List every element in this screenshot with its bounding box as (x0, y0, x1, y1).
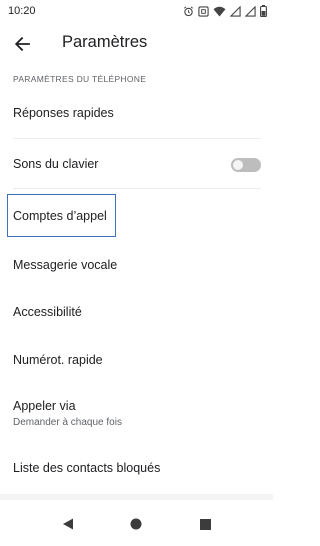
status-time: 10:20 (8, 5, 36, 17)
nav-back-button[interactable] (60, 516, 76, 532)
nfc-icon (198, 5, 209, 17)
toggle-thumb (233, 160, 243, 170)
focus-highlight (7, 194, 116, 237)
app-bar: Paramètres (0, 22, 273, 66)
setting-label: Sons du clavier (13, 157, 99, 171)
recents-square-icon (199, 518, 211, 530)
setting-voicemail[interactable]: Messagerie vocale (0, 242, 273, 288)
home-circle-icon (130, 518, 142, 530)
signal-icon (230, 5, 241, 17)
setting-quick-replies[interactable]: Réponses rapides (0, 92, 273, 136)
arrow-back-icon (14, 36, 30, 52)
setting-blocked-contacts[interactable]: Liste des contacts bloqués (0, 446, 273, 492)
setting-label: Réponses rapides (13, 106, 114, 120)
signal-icon (245, 5, 256, 17)
setting-accessibility[interactable]: Accessibilité (0, 290, 273, 336)
page-title: Paramètres (62, 33, 148, 51)
setting-label: Messagerie vocale (13, 258, 118, 272)
nav-home-button[interactable] (128, 516, 144, 532)
setting-speed-dial[interactable]: Numérot. rapide (0, 338, 273, 384)
setting-label: Appeler via (13, 399, 76, 413)
alarm-icon (184, 6, 193, 16)
battery-icon (260, 5, 267, 17)
setting-label: Liste des contacts bloqués (13, 461, 161, 475)
section-header: PARAMÈTRES DU TÉLÉPHONE (13, 74, 147, 84)
status-icons (183, 4, 267, 18)
divider (13, 188, 261, 189)
wifi-icon (213, 6, 226, 17)
divider (13, 138, 261, 139)
keypad-sounds-toggle[interactable] (231, 158, 261, 172)
back-button[interactable] (8, 30, 36, 58)
setting-label: Accessibilité (13, 305, 82, 319)
setting-label: Numérot. rapide (13, 353, 103, 367)
status-bar: 10:20 (0, 0, 273, 22)
setting-call-via[interactable]: Appeler via Demander à chaque fois (0, 386, 273, 446)
back-triangle-icon (63, 518, 73, 530)
navigation-bar (0, 500, 273, 546)
setting-value: Demander à chaque fois (13, 417, 122, 428)
nav-recents-button[interactable] (197, 516, 213, 532)
